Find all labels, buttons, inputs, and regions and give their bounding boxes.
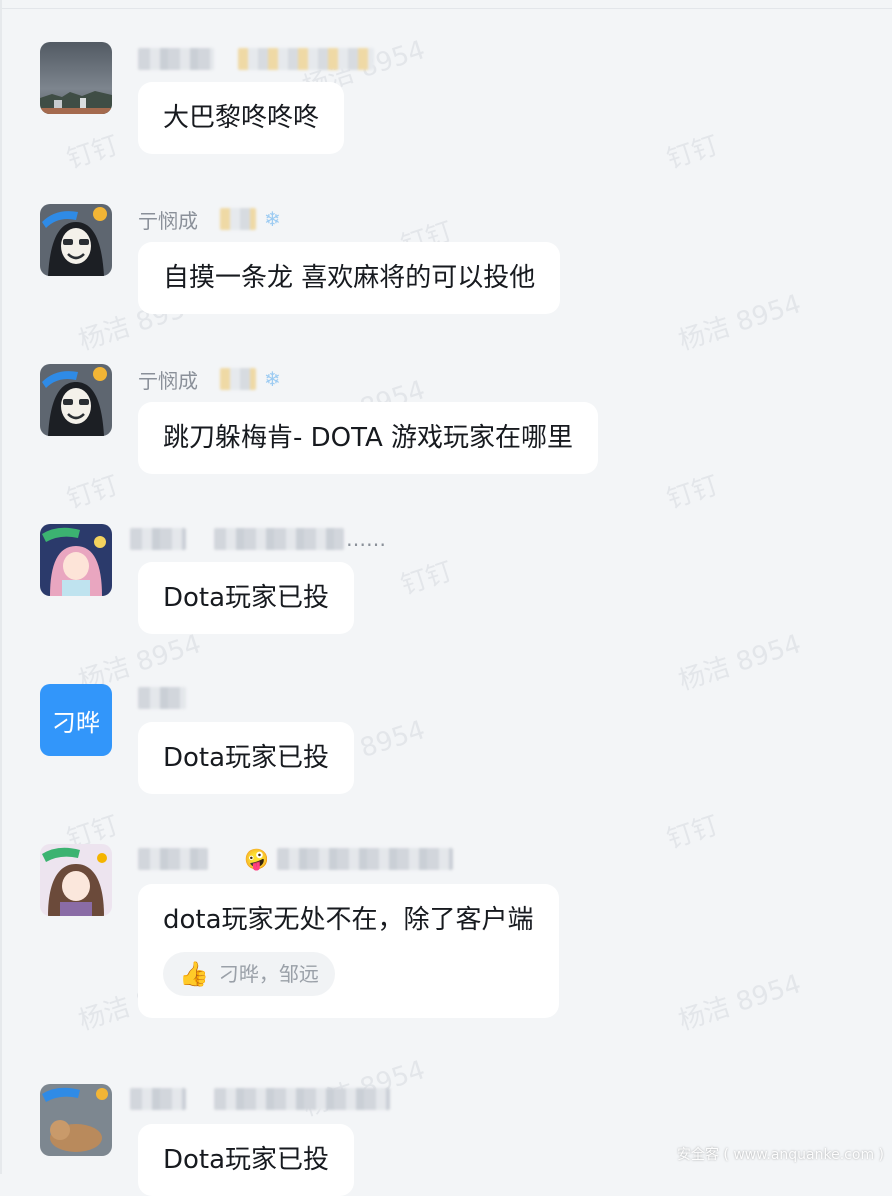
sky-photo-avatar	[40, 42, 112, 114]
snowflake-icon: ❄	[264, 207, 281, 231]
anime-girl-avatar	[40, 844, 112, 916]
message-bubble[interactable]: 跳刀躲梅肯- DOTA 游戏玩家在哪里	[138, 402, 599, 474]
watermark-app: 钉钉	[63, 470, 123, 516]
avatar-initials: 刁晔	[52, 708, 100, 737]
message-text: Dota玩家已投	[163, 743, 330, 773]
avatar[interactable]	[40, 364, 112, 436]
avatar[interactable]	[40, 844, 112, 916]
avatar[interactable]	[40, 1084, 112, 1156]
blurred-badge	[220, 368, 256, 390]
avatar[interactable]: 刁晔	[40, 684, 112, 756]
blurred-name	[130, 1088, 186, 1110]
message-text: Dota玩家已投	[163, 1145, 330, 1175]
sender-name-text: 亍悯成	[138, 208, 198, 233]
watermark-app: 钉钉	[663, 130, 723, 176]
anime-girl-avatar	[40, 524, 112, 596]
message-text: 跳刀躲梅肯- DOTA 游戏玩家在哪里	[163, 423, 574, 453]
watermark-name: 杨洁 8954	[675, 969, 805, 1037]
watermark-app: 钉钉	[63, 130, 123, 176]
sender-name: ……	[130, 525, 386, 553]
message-bubble[interactable]: dota玩家无处不在，除了客户端 👍 刁晔，邹远	[138, 884, 559, 1018]
blurred-signature	[214, 1088, 390, 1110]
mask-avatar	[40, 204, 112, 276]
reaction-names: 刁晔，邹远	[218, 962, 319, 986]
watermark-app: 钉钉	[663, 470, 723, 516]
sender-name	[138, 45, 374, 73]
sender-name: 亍悯成 ❄	[138, 205, 281, 233]
message-text: dota玩家无处不在，除了客户端	[163, 905, 534, 935]
message-text: 自摸一条龙 喜欢麻将的可以投他	[163, 263, 536, 293]
blurred-name	[138, 48, 214, 70]
signature-ellipsis: ……	[346, 527, 386, 551]
cat-photo-avatar	[40, 1084, 112, 1156]
avatar[interactable]	[40, 42, 112, 114]
avatar[interactable]	[40, 204, 112, 276]
message-bubble[interactable]: 大巴黎咚咚咚	[138, 82, 345, 154]
blurred-badge	[220, 208, 256, 230]
watermark-app: 钉钉	[663, 810, 723, 856]
blurred-signature	[214, 528, 344, 550]
message-bubble[interactable]: Dota玩家已投	[138, 1124, 355, 1196]
message-bubble[interactable]: 自摸一条龙 喜欢麻将的可以投他	[138, 242, 561, 314]
blurred-name	[138, 848, 208, 870]
reaction-pill[interactable]: 👍 刁晔，邹远	[163, 952, 335, 996]
message-bubble[interactable]: Dota玩家已投	[138, 562, 355, 634]
emoji-badge-icon: 🤪	[244, 847, 269, 871]
avatar[interactable]	[40, 524, 112, 596]
sender-name	[138, 684, 186, 712]
blurred-signature	[238, 48, 374, 70]
watermark-name: 杨洁 8954	[675, 629, 805, 697]
snowflake-icon: ❄	[264, 367, 281, 391]
sender-name: 🤪	[138, 845, 453, 873]
sender-name	[130, 1085, 390, 1113]
message-text: 大巴黎咚咚咚	[163, 103, 320, 133]
message-bubble[interactable]: Dota玩家已投	[138, 722, 355, 794]
sender-name: 亍悯成 ❄	[138, 365, 281, 393]
blurred-name	[138, 687, 186, 709]
blurred-name	[130, 528, 186, 550]
source-credit: 安全客 ( www.anquanke.com )	[676, 1147, 884, 1163]
top-divider	[0, 8, 892, 9]
mask-avatar	[40, 364, 112, 436]
sender-name-text: 亍悯成	[138, 368, 198, 393]
left-border	[0, 0, 2, 1174]
watermark-app: 钉钉	[397, 556, 457, 602]
watermark-name: 杨洁 8954	[675, 289, 805, 357]
blurred-signature	[276, 848, 453, 870]
thumbs-up-icon: 👍	[179, 960, 209, 988]
message-text: Dota玩家已投	[163, 583, 330, 613]
